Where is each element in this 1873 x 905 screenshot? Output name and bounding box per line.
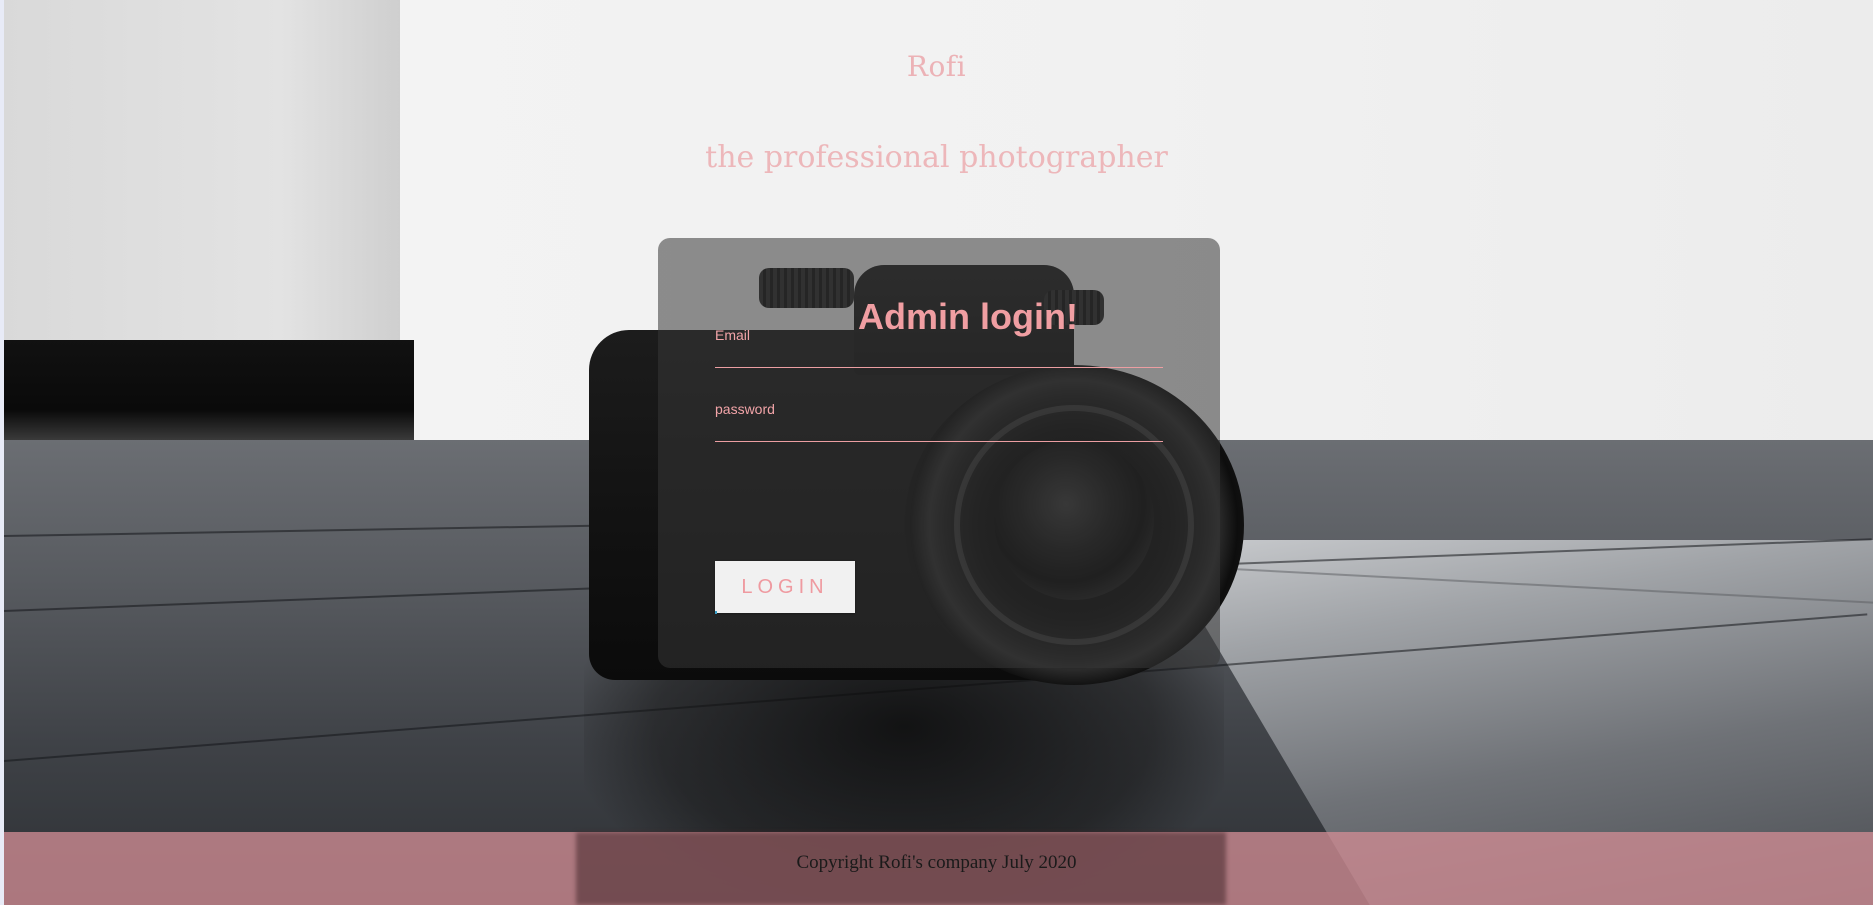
tagline: the professional photographer xyxy=(705,140,1168,175)
login-button-focus-indicator xyxy=(715,611,855,614)
password-label: password xyxy=(715,401,775,417)
email-field[interactable] xyxy=(715,342,1163,368)
brand-logo: Rofi xyxy=(906,50,967,83)
email-label: Email xyxy=(715,327,751,343)
login-button[interactable]: LOGIN xyxy=(715,561,855,613)
background-shelf xyxy=(4,340,414,440)
footer-copyright: Copyright Rofi's company July 2020 xyxy=(796,852,1077,873)
password-field[interactable] xyxy=(715,416,1163,442)
login-card: Admin login! Email password LOGIN xyxy=(658,238,1220,668)
